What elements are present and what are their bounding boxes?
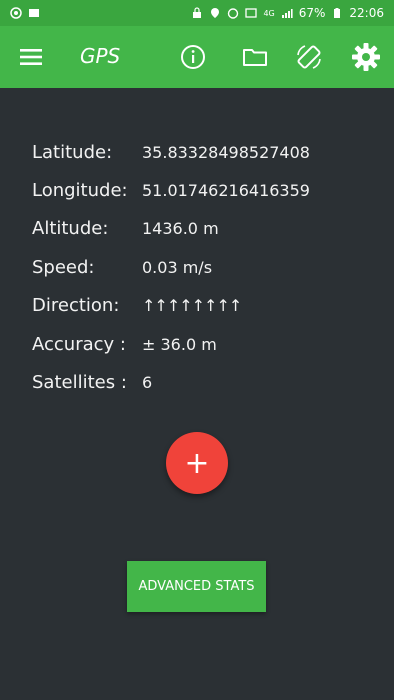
screen-rotation-icon[interactable] — [294, 42, 324, 72]
accuracy-value: ± 36.0 m — [142, 334, 217, 354]
info-icon[interactable] — [178, 42, 208, 72]
settings-icon[interactable] — [350, 41, 382, 73]
app-bar: GPS — [0, 26, 394, 88]
battery-icon — [334, 8, 341, 18]
location-icon — [211, 8, 220, 18]
longitude-row: Longitude: 51.01746216416359 — [32, 175, 310, 205]
gps-info-panel: Latitude: 35.83328498527408 Longitude: 5… — [0, 88, 394, 700]
longitude-label: Longitude: — [32, 179, 128, 201]
status-time: 22:06 — [349, 6, 384, 20]
direction-value: ↑↑↑↑↑↑↑↑ — [142, 295, 242, 315]
speed-label: Speed: — [32, 256, 95, 278]
folder-icon[interactable] — [240, 42, 270, 72]
altitude-row: Altitude: 1436.0 m — [32, 213, 219, 243]
network-type: 4G — [263, 8, 275, 18]
message-icon — [29, 9, 39, 17]
add-fab-button[interactable]: + — [166, 432, 228, 494]
battery-percent: 67% — [298, 6, 326, 20]
status-right: 4G 67% 22:06 — [191, 6, 384, 20]
menu-icon[interactable] — [18, 45, 44, 69]
latitude-value: 35.83328498527408 — [142, 142, 310, 162]
status-left — [10, 7, 40, 19]
advanced-stats-button[interactable]: ADVANCED STATS — [127, 561, 266, 612]
satellites-row: Satellites : 6 — [32, 367, 152, 397]
accuracy-label: Accuracy : — [32, 333, 126, 355]
satellites-label: Satellites : — [32, 371, 127, 393]
direction-row: Direction: ↑↑↑↑↑↑↑↑ — [32, 290, 242, 320]
latitude-label: Latitude: — [32, 141, 113, 163]
lock-icon — [193, 7, 202, 18]
status-bar: 4G 67% 22:06 — [0, 0, 394, 26]
speed-value: 0.03 m/s — [142, 257, 213, 277]
app-title: GPS — [80, 44, 121, 68]
satellites-value: 6 — [142, 372, 153, 392]
altitude-value: 1436.0 m — [142, 218, 219, 238]
sync-icon — [10, 7, 22, 19]
speed-row: Speed: 0.03 m/s — [32, 252, 212, 282]
cast-icon — [245, 8, 258, 18]
direction-label: Direction: — [32, 294, 120, 316]
longitude-value: 51.01746216416359 — [142, 180, 310, 200]
latitude-row: Latitude: 35.83328498527408 — [32, 137, 310, 167]
accuracy-row: Accuracy : ± 36.0 m — [32, 329, 217, 359]
altitude-label: Altitude: — [32, 217, 109, 239]
signal-icon — [281, 9, 293, 18]
alarm-icon — [228, 8, 239, 19]
